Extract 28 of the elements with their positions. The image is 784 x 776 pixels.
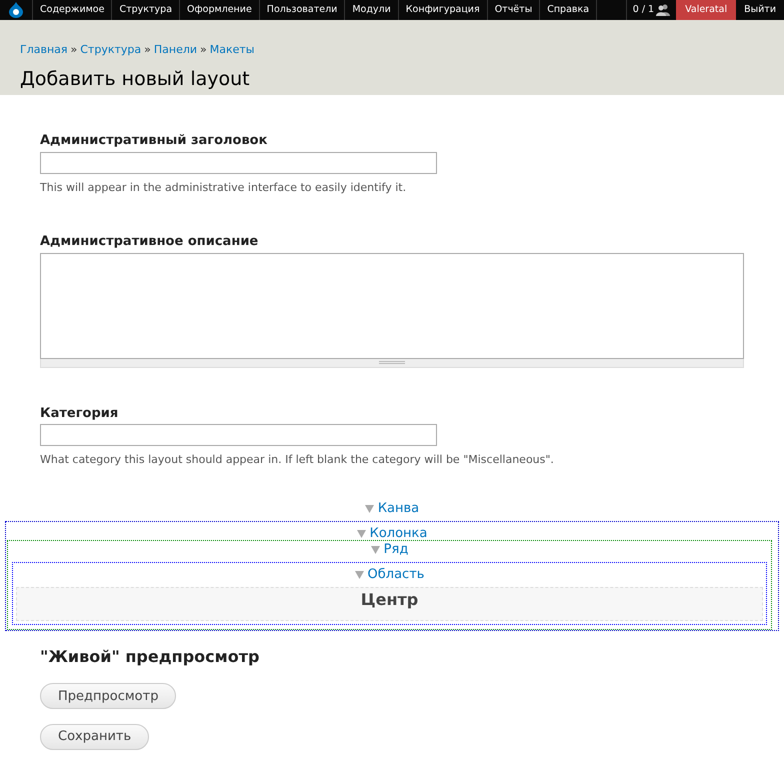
breadcrumb-separator: » (70, 42, 78, 58)
layout-toggle-link[interactable]: Область (368, 564, 424, 584)
triangle-icon (354, 570, 364, 578)
preview-heading: "Живой" предпросмотр (40, 646, 260, 668)
layout-toggle-link[interactable]: Канва (378, 498, 420, 518)
logout-link[interactable]: Выйти (736, 0, 784, 20)
field-label: Административное описание (40, 233, 260, 251)
form-button[interactable]: Предпросмотр (40, 683, 176, 710)
field-description: What category this layout should appear in. If left blank the category will be "Miscellaneous". (40, 452, 555, 468)
breadcrumb-separator: » (144, 42, 151, 58)
breadcrumb-link[interactable]: Макеты (210, 42, 254, 58)
breadcrumb-link[interactable]: Панели (154, 42, 198, 58)
breadcrumb-link[interactable]: Структура (80, 42, 142, 58)
text-field[interactable] (40, 152, 437, 174)
pane-title: Центр (360, 588, 418, 610)
users-count: 0 / 1 (632, 2, 654, 17)
breadcrumb-separator: » (200, 42, 207, 58)
field-label: Административный заголовок (40, 132, 268, 150)
triangle-icon (364, 504, 374, 512)
field-description: This will appear in the administrative interface to easily identify it. (40, 180, 408, 196)
field-label: Категория (40, 404, 120, 422)
form-button[interactable]: Сохранить (40, 724, 150, 750)
text-field[interactable] (40, 424, 437, 446)
user-link[interactable]: Valeratal (676, 0, 736, 20)
breadcrumb-link[interactable]: Главная (20, 42, 68, 58)
page-title: Добавить новый layout (20, 66, 251, 92)
drop-logo-icon[interactable] (9, 2, 23, 18)
users-icon (656, 4, 670, 16)
